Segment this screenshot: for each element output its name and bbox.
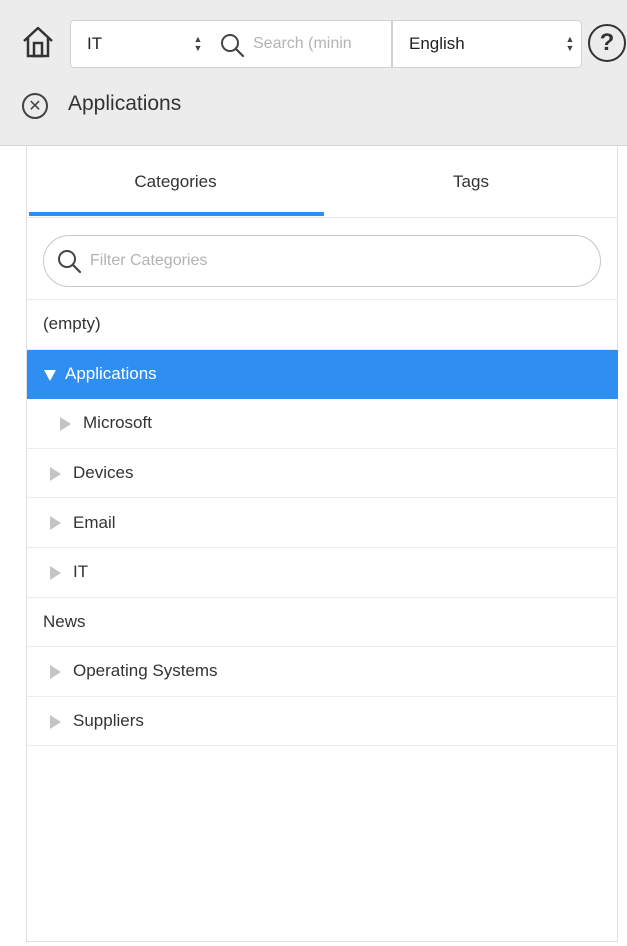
tab-bar: Categories Tags: [27, 146, 618, 218]
category-select-value: IT: [87, 34, 103, 53]
home-icon: [23, 26, 53, 58]
tree-item-label: Email: [73, 512, 116, 532]
app-root: IT ▲▼ English ▲▼ ? ✕ Applications Catego…: [0, 0, 627, 946]
help-button[interactable]: ?: [588, 24, 626, 62]
tree-item[interactable]: IT: [27, 548, 618, 598]
tree-item-label: Microsoft: [83, 413, 152, 433]
help-icon: ?: [599, 29, 615, 56]
tab-categories[interactable]: Categories: [27, 146, 324, 218]
tree-item-label: Applications: [65, 364, 157, 384]
tab-tags[interactable]: Tags: [324, 146, 618, 218]
tree-item-label: Devices: [73, 463, 134, 483]
caret-right-icon[interactable]: [48, 466, 62, 482]
tree-item[interactable]: Microsoft: [27, 399, 618, 449]
tree-item-label: Operating Systems: [73, 661, 218, 681]
caret-right-icon[interactable]: [48, 565, 62, 581]
tree-item-label: IT: [73, 562, 89, 582]
caret-down-icon[interactable]: [43, 367, 57, 383]
search-icon: [58, 250, 82, 274]
search-icon: [221, 34, 245, 58]
tree-item-label: Suppliers: [73, 711, 144, 731]
select-arrows-icon: ▲ ▼: [193, 34, 203, 53]
tree-item[interactable]: (empty): [27, 300, 618, 350]
search-input[interactable]: [253, 35, 391, 53]
select-arrows-icon: ▲ ▼: [565, 34, 575, 53]
section-title: Applications: [68, 92, 182, 115]
category-tree: (empty) Applications Microsoft Devices Email…: [27, 300, 618, 747]
caret-right-icon[interactable]: [48, 664, 62, 680]
category-panel: Categories Tags (empty) Applications Micro…: [26, 146, 618, 942]
tree-item[interactable]: News: [27, 598, 618, 648]
filter-box[interactable]: [43, 235, 601, 287]
close-panel-button[interactable]: ✕: [22, 93, 48, 119]
tree-item[interactable]: Suppliers: [27, 697, 618, 747]
filter-categories-input[interactable]: [90, 252, 600, 270]
tree-item[interactable]: Applications: [27, 349, 618, 400]
tree-item-label: News: [43, 611, 86, 631]
caret-right-icon[interactable]: [48, 714, 62, 730]
home-button[interactable]: [20, 24, 56, 60]
tree-item[interactable]: Email: [27, 498, 618, 548]
search-box[interactable]: [209, 20, 392, 68]
language-select-value: English: [409, 34, 465, 53]
category-select[interactable]: IT ▲ ▼: [70, 20, 210, 68]
top-toolbar: IT ▲▼ English ▲▼ ? ✕ Applications: [0, 0, 627, 146]
tree-item[interactable]: Operating Systems: [27, 647, 618, 697]
language-select[interactable]: English ▲ ▼: [392, 20, 582, 68]
caret-right-icon[interactable]: [58, 416, 72, 432]
active-tab-indicator: [29, 212, 324, 216]
tree-item[interactable]: Devices: [27, 449, 618, 499]
tab-tags-label: Tags: [453, 172, 489, 191]
tree-item-label: (empty): [43, 314, 101, 334]
close-icon: ✕: [28, 98, 42, 115]
tab-categories-label: Categories: [134, 172, 217, 191]
caret-right-icon[interactable]: [48, 515, 62, 531]
